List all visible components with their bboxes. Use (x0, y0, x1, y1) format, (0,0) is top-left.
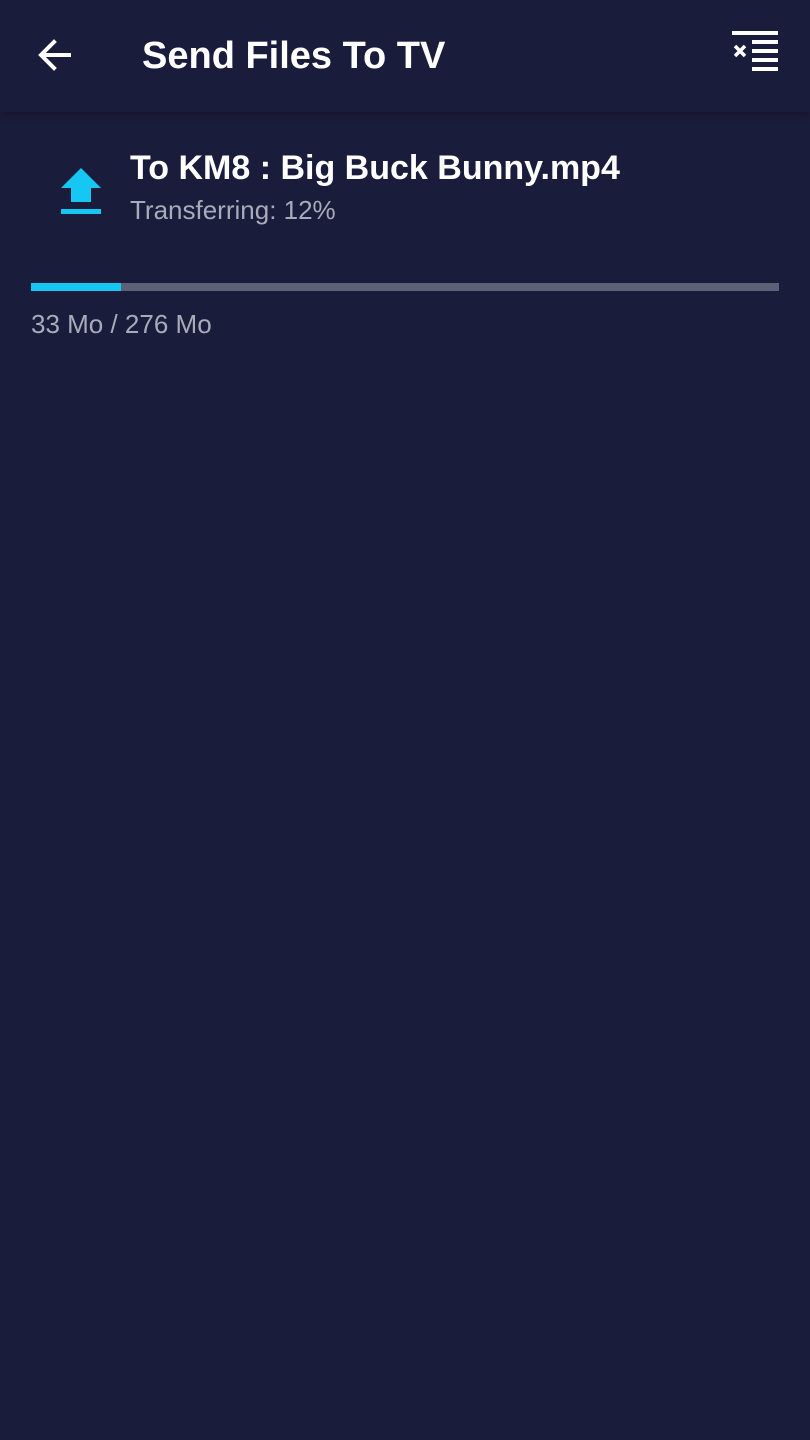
transfer-size: 33 Mo / 276 Mo (31, 309, 212, 339)
clear-all-button[interactable] (722, 22, 788, 80)
page-title: Send Files To TV (142, 35, 446, 77)
back-button[interactable] (22, 22, 88, 88)
transfer-title: To KM8 : Big Buck Bunny.mp4 (130, 149, 620, 187)
app-screen: Send Files To TV To KM8 : Big Buck Bunny… (0, 0, 810, 1440)
progress-bar (31, 283, 779, 291)
toolbar: Send Files To TV (0, 0, 810, 112)
clear-all-icon (732, 31, 778, 71)
transfer-list-item[interactable]: To KM8 : Big Buck Bunny.mp4 Transferring… (0, 130, 810, 360)
arrow-left-icon (38, 39, 71, 71)
upload-icon (61, 168, 101, 214)
transfer-status: Transferring: 12% (130, 195, 336, 225)
progress-bar-fill (31, 283, 121, 291)
